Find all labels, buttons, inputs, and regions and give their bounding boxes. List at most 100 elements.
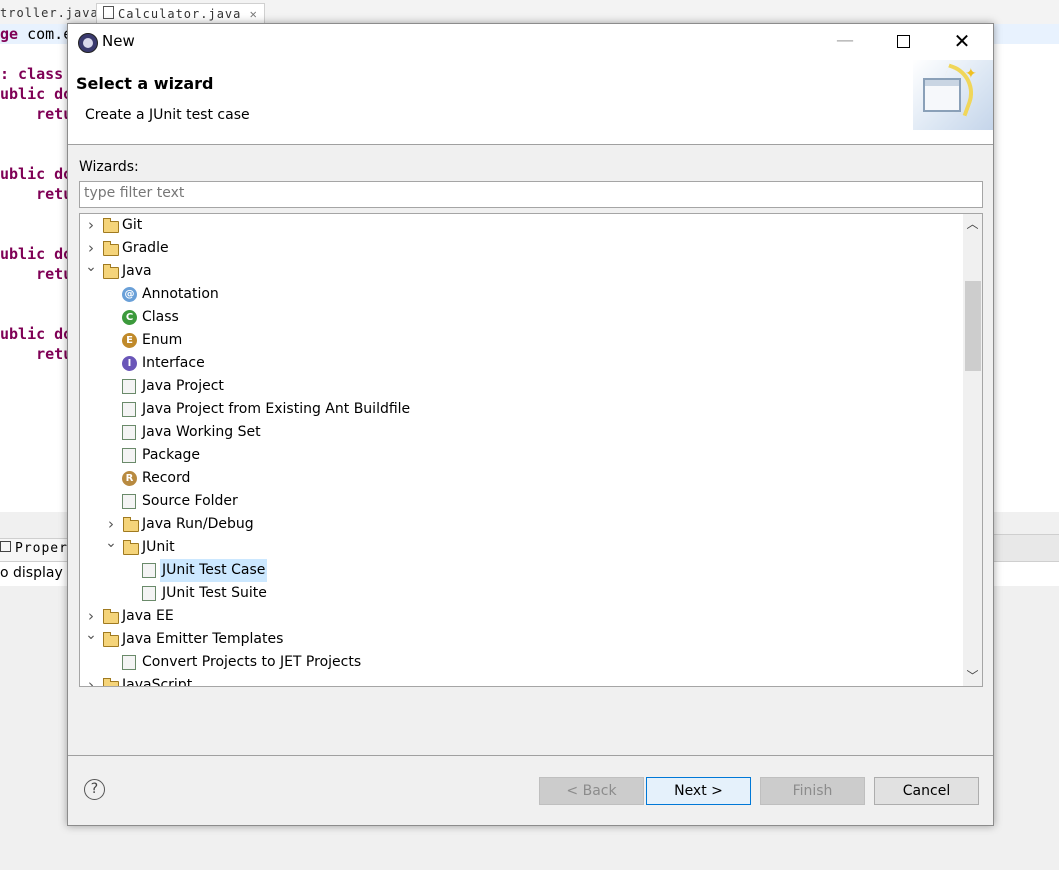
chevron-right-icon[interactable]: › [85, 214, 97, 237]
folder-icon [103, 632, 119, 647]
vertical-scrollbar[interactable]: ︿ ﹀ [963, 214, 982, 686]
tree-item-label: Enum [142, 332, 183, 348]
minimize-button[interactable]: — [822, 24, 868, 60]
tree-item-interface[interactable]: I Interface [80, 352, 960, 375]
tree-item-java-emitter-templates[interactable]: ⌄ Java Emitter Templates [80, 628, 960, 651]
folder-icon [123, 540, 139, 555]
tree-item-java-project-from-existing-ant-buildfile[interactable]: Java Project from Existing Ant Buildfile [80, 398, 960, 421]
source-folder-icon [122, 494, 136, 509]
junit-test-suite-icon [142, 586, 156, 601]
enum-icon: E [122, 333, 137, 348]
editor-tab-label: Calculator.java [118, 7, 242, 21]
tree-item-java-project[interactable]: Java Project [80, 375, 960, 398]
record-icon: R [122, 471, 137, 486]
tree-item-label: Interface [142, 355, 205, 371]
tree-item-label: Source Folder [142, 493, 238, 509]
code-line: ublic do [0, 244, 72, 264]
folder-icon [123, 517, 139, 532]
chevron-down-icon[interactable]: ⌄ [105, 536, 117, 559]
chevron-right-icon[interactable]: › [85, 605, 97, 628]
wizard-tree[interactable]: › Git › Gradle ⌄ Java @ Annotation C Class E Enum I I… [79, 213, 983, 687]
cancel-button[interactable]: Cancel [874, 777, 979, 805]
tree-item-label: Java Emitter Templates [122, 631, 284, 647]
wizards-label: Wizards: [79, 159, 139, 175]
code-line: ublic do [0, 324, 72, 344]
tree-item-label: Java [122, 263, 152, 279]
chevron-right-icon[interactable]: › [85, 237, 97, 260]
finish-button[interactable]: Finish [760, 777, 865, 805]
tree-item-label: Java EE [122, 608, 174, 624]
tree-item-label: Annotation [142, 286, 219, 302]
scroll-down-icon[interactable]: ﹀ [963, 666, 982, 686]
dialog-titlebar: New — ✕ [68, 24, 993, 60]
tree-item-java-working-set[interactable]: Java Working Set [80, 421, 960, 444]
tree-item-label: Class [142, 309, 179, 325]
next-button[interactable]: Next > [646, 777, 751, 805]
ant-icon [122, 402, 136, 417]
dialog-title: New [102, 32, 135, 50]
editor-tab-controller[interactable]: troller.java [0, 3, 99, 23]
java-project-icon [122, 379, 136, 394]
close-button[interactable]: ✕ [939, 24, 985, 60]
tree-item-java-ee[interactable]: › Java EE [80, 605, 960, 628]
header-description: Create a JUnit test case [85, 107, 250, 123]
filter-input[interactable] [80, 182, 978, 204]
tree-item-label: Git [122, 217, 143, 233]
convert-icon [122, 655, 136, 670]
code-line: ublic do [0, 84, 72, 104]
scroll-up-icon[interactable]: ︿ [963, 214, 982, 234]
maximize-button[interactable] [880, 24, 926, 60]
folder-icon [103, 241, 119, 256]
scrollbar-thumb[interactable] [965, 281, 981, 371]
header-title: Select a wizard [76, 74, 214, 93]
tree-item-gradle[interactable]: › Gradle [80, 237, 960, 260]
back-button[interactable]: < Back [539, 777, 644, 805]
help-icon[interactable]: ? [84, 779, 105, 800]
java-file-icon [103, 6, 114, 19]
folder-icon [103, 609, 119, 624]
new-wizard-dialog: New — ✕ Select a wizard Create a JUnit t… [67, 23, 994, 826]
tree-item-git[interactable]: › Git [80, 214, 960, 237]
tree-item-junit-test-case[interactable]: JUnit Test Case [80, 559, 960, 582]
tree-item-label: Package [142, 447, 201, 463]
tree-item-label: JUnit [142, 539, 175, 555]
tree-item-junit-test-suite[interactable]: JUnit Test Suite [80, 582, 960, 605]
tree-item-junit[interactable]: ⌄ JUnit [80, 536, 960, 559]
chevron-down-icon[interactable]: ⌄ [85, 628, 97, 651]
code-line: : class [0, 64, 72, 84]
chevron-right-icon[interactable]: › [85, 674, 97, 686]
wizard-star-icon: ✦ [965, 66, 977, 82]
tree-item-convert-projects-to-jet-projects[interactable]: Convert Projects to JET Projects [80, 651, 960, 674]
code-line: ublic do [0, 164, 72, 184]
tree-item-source-folder[interactable]: Source Folder [80, 490, 960, 513]
tree-item-class[interactable]: C Class [80, 306, 960, 329]
interface-icon: I [122, 356, 137, 371]
editor-tab-calculator[interactable]: Calculator.java ✕ [96, 3, 265, 24]
folder-icon [103, 678, 119, 686]
chevron-right-icon[interactable]: › [105, 513, 117, 536]
footer-separator [68, 755, 993, 756]
tree-item-package[interactable]: Package [80, 444, 960, 467]
tree-item-record[interactable]: R Record [80, 467, 960, 490]
package-icon [122, 448, 136, 463]
properties-icon [0, 541, 11, 552]
annotation-icon: @ [122, 287, 137, 302]
properties-tab[interactable]: Propert [0, 541, 77, 556]
code-keyword: ge [0, 25, 19, 43]
tree-item-enum[interactable]: E Enum [80, 329, 960, 352]
code-keyword: ublic do [0, 245, 73, 263]
filter-input-box[interactable] [79, 181, 983, 208]
close-icon: ✕ [953, 29, 971, 53]
tree-item-java[interactable]: ⌄ Java [80, 260, 960, 283]
close-icon[interactable]: ✕ [250, 7, 258, 21]
properties-message: o display [0, 565, 63, 581]
tree-item-java-run-debug[interactable]: › Java Run/Debug [80, 513, 960, 536]
tree-item-annotation[interactable]: @ Annotation [80, 283, 960, 306]
tree-item-javascript[interactable]: › JavaScript [80, 674, 960, 687]
chevron-down-icon[interactable]: ⌄ [85, 260, 97, 283]
editor-tab-bar: troller.java Calculator.java ✕ [0, 0, 1059, 25]
tree-item-label: Gradle [122, 240, 169, 256]
tree-item-label: Convert Projects to JET Projects [142, 654, 362, 670]
tree-item-label: JavaScript [122, 677, 193, 687]
folder-icon [103, 264, 119, 279]
